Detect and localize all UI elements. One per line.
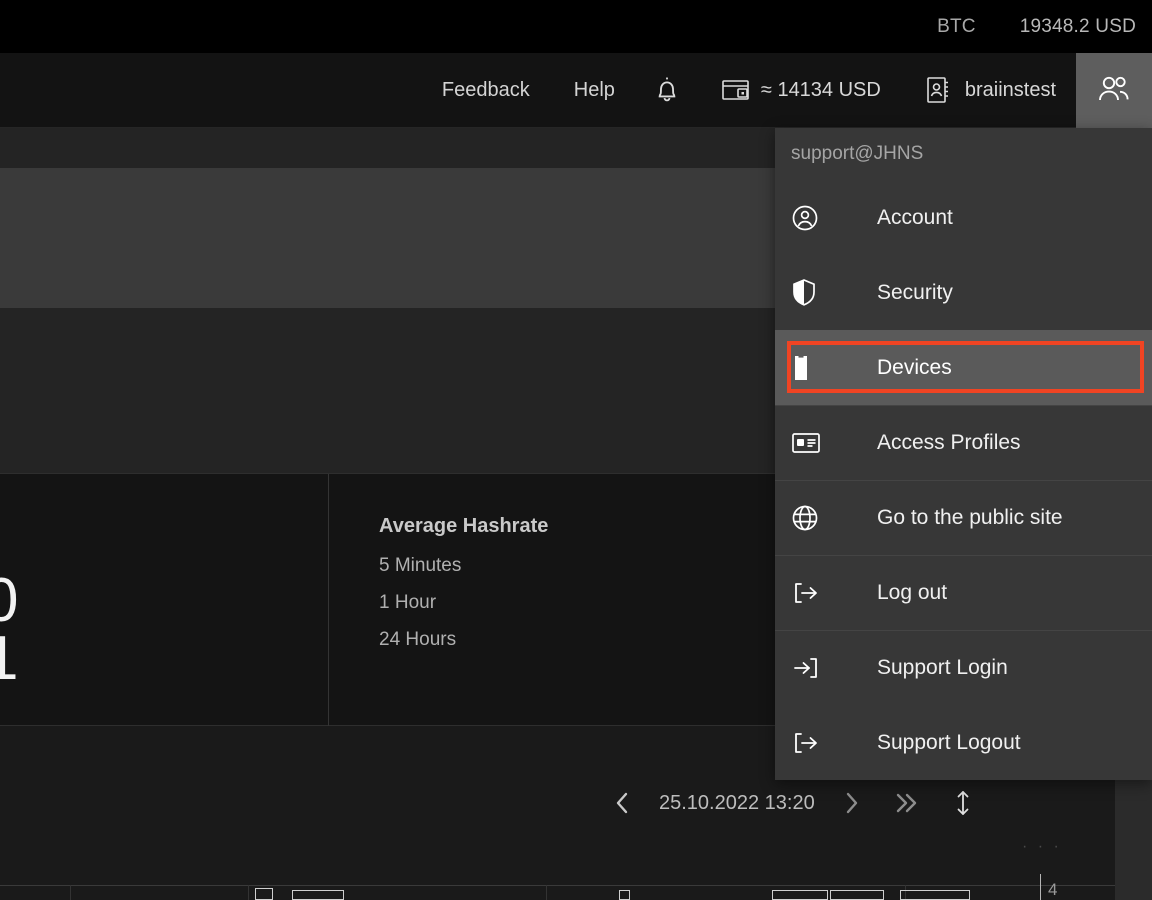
- logout-icon: [791, 580, 839, 606]
- chart-bar: [772, 890, 828, 900]
- chart-tick: [70, 885, 71, 900]
- menu-item-support-logout[interactable]: Support Logout: [775, 705, 1152, 780]
- notifications-button[interactable]: [637, 53, 697, 128]
- average-hashrate-block: Average Hashrate 5 Minutes 1 Hour 24 Hou…: [379, 515, 548, 666]
- loading-dots: · · ·: [1022, 838, 1062, 855]
- user-dropdown-menu: support@JHNS Account Security Devices Ac…: [775, 128, 1152, 780]
- chart-bar: [619, 890, 630, 900]
- content-strip: [0, 128, 790, 168]
- hashrate-period-24hours: 24 Hours: [379, 629, 457, 650]
- menu-item-label: Support Login: [877, 656, 1008, 679]
- chevron-right-icon: [840, 790, 862, 816]
- globe-icon: [791, 504, 839, 532]
- user-menu-toggle[interactable]: [1076, 52, 1152, 128]
- chart-bar: [830, 890, 884, 900]
- ticker-symbol: BTC: [937, 15, 976, 37]
- menu-item-label: Log out: [877, 581, 948, 604]
- menu-item-label: Account: [877, 205, 953, 229]
- menu-account-email: support@JHNS: [791, 143, 924, 164]
- shield-icon: [791, 278, 839, 307]
- wallet-value: ≈ 14134 USD: [760, 78, 881, 101]
- menu-item-devices[interactable]: Devices: [775, 330, 1152, 405]
- user-circle-icon: [791, 204, 839, 232]
- btc-ticker-bar: BTC 19348.2 USD: [0, 0, 1152, 53]
- wallet-icon: [721, 77, 751, 103]
- device-icon: [791, 353, 839, 383]
- average-hashrate-title: Average Hashrate: [379, 515, 549, 537]
- chart-bar: [900, 890, 970, 900]
- jump-latest-button[interactable]: [879, 783, 935, 823]
- hashrate-period-1hour: 1 Hour: [379, 592, 437, 613]
- menu-item-account[interactable]: Account: [775, 180, 1152, 255]
- date-pagination: 25.10.2022 13:20: [595, 783, 1055, 823]
- chevron-left-icon: [612, 790, 634, 816]
- menu-item-security[interactable]: Security: [775, 255, 1152, 330]
- next-period-button[interactable]: [823, 783, 879, 823]
- top-navigation-bar: Feedback Help ≈ 14134 USD braiinstest: [0, 52, 1152, 128]
- chart-bar: [255, 888, 273, 900]
- content-card: [0, 168, 790, 308]
- menu-item-label: Devices: [877, 355, 952, 379]
- help-link[interactable]: Help: [552, 53, 637, 128]
- vertical-resize-icon: [953, 789, 973, 817]
- account-name-button[interactable]: braiinstest: [905, 53, 1076, 128]
- account-name: braiinstest: [964, 78, 1056, 101]
- chart-axis-label: 4: [1048, 880, 1058, 899]
- menu-item-label: Go to the public site: [877, 506, 1063, 529]
- bell-icon: [653, 75, 681, 105]
- double-chevron-right-icon: [892, 790, 922, 816]
- contact-book-icon: [925, 75, 951, 105]
- current-period-label: 25.10.2022 13:20: [659, 791, 815, 814]
- logout-icon: [791, 730, 839, 756]
- ticker-value: 19348.2 USD: [1019, 15, 1136, 37]
- chart-y-axis: [1040, 874, 1041, 900]
- menu-item-label: Access Profiles: [877, 431, 1021, 454]
- prev-period-button[interactable]: [595, 783, 651, 823]
- stats-divider: [328, 474, 329, 726]
- chart-tick: [248, 885, 249, 900]
- menu-item-label: Support Logout: [877, 730, 1021, 754]
- login-icon: [791, 655, 839, 681]
- expand-collapse-button[interactable]: [935, 783, 991, 823]
- chart-bar: [292, 890, 344, 900]
- feedback-link[interactable]: Feedback: [420, 53, 552, 128]
- stat-big-number-1: 0: [0, 566, 19, 635]
- menu-item-access-profiles[interactable]: Access Profiles: [775, 405, 1152, 480]
- stat-big-number-2: 1: [0, 624, 19, 693]
- menu-item-label: Security: [877, 280, 953, 304]
- id-card-icon: [791, 431, 839, 455]
- users-icon: [1096, 73, 1132, 107]
- chart-tick: [546, 885, 547, 900]
- app-root: BTC 19348.2 USD Feedback Help ≈ 14134 US…: [0, 0, 1152, 900]
- menu-item-logout[interactable]: Log out: [775, 555, 1152, 630]
- menu-item-support-login[interactable]: Support Login: [775, 630, 1152, 705]
- menu-item-public-site[interactable]: Go to the public site: [775, 480, 1152, 555]
- content-body: [0, 308, 790, 473]
- hashrate-period-5min: 5 Minutes: [379, 555, 462, 576]
- wallet-balance-button[interactable]: ≈ 14134 USD: [697, 53, 905, 128]
